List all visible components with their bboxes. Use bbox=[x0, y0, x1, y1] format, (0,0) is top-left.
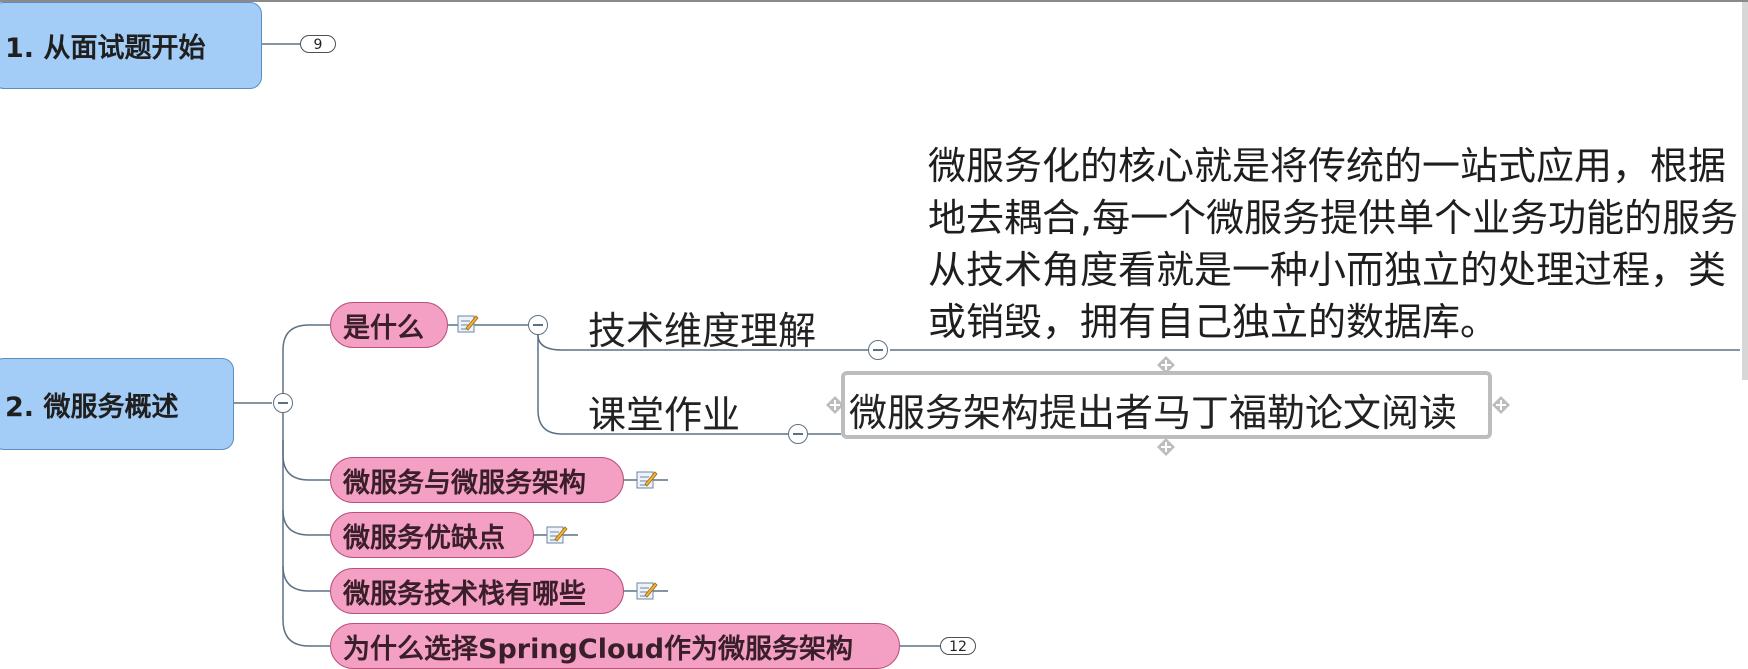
subtopic-label: 微服务优缺点 bbox=[343, 522, 505, 554]
note-pencil-icon[interactable] bbox=[546, 525, 568, 545]
note-pencil-icon[interactable] bbox=[636, 470, 658, 490]
subtopic-pros-and-cons[interactable]: 微服务优缺点 bbox=[330, 512, 534, 558]
collapsed-count-badge[interactable]: 9 bbox=[300, 35, 336, 53]
resize-handle-icon[interactable] bbox=[1155, 354, 1177, 376]
note-pencil-icon[interactable] bbox=[636, 581, 658, 601]
subtopic-label: 为什么选择SpringCloud作为微服务架构 bbox=[343, 633, 854, 665]
note-pencil-icon[interactable] bbox=[457, 314, 479, 334]
subtopic-label: 是什么 bbox=[343, 312, 424, 344]
topic-label: 1. 从面试题开始 bbox=[5, 33, 206, 64]
topic-from-interview-questions[interactable]: 1. 从面试题开始 bbox=[0, 2, 262, 89]
resize-handle-icon[interactable] bbox=[1155, 436, 1177, 458]
subtopic-tech-stack[interactable]: 微服务技术栈有哪些 bbox=[330, 568, 624, 614]
collapse-toggle-icon[interactable] bbox=[273, 393, 293, 413]
paragraph-line: 从技术角度看就是一种小而独立的处理过程，类 bbox=[928, 248, 1727, 292]
topic-label: 2. 微服务概述 bbox=[5, 391, 179, 423]
paragraph-line: 微服务化的核心就是将传统的一站式应用，根据 bbox=[928, 144, 1727, 188]
subtopic-label: 微服务与微服务架构 bbox=[343, 467, 586, 499]
collapse-toggle-icon[interactable] bbox=[868, 340, 888, 360]
subtopic-why-springcloud[interactable]: 为什么选择SpringCloud作为微服务架构 bbox=[330, 623, 900, 669]
paragraph-line: 地去耦合,每一个微服务提供单个业务功能的服务 bbox=[928, 196, 1739, 240]
collapsed-count-badge[interactable]: 12 bbox=[940, 637, 976, 655]
node-tech-paragraph[interactable]: 微服务化的核心就是将传统的一站式应用，根据 地去耦合,每一个微服务提供单个业务功… bbox=[928, 140, 1738, 348]
node-tech-dimension[interactable]: 技术维度理解 bbox=[588, 300, 816, 355]
resize-handle-icon[interactable] bbox=[824, 394, 846, 416]
vertical-scrollbar[interactable] bbox=[1742, 2, 1748, 380]
node-fowler-paper-reading[interactable]: 微服务架构提出者马丁福勒论文阅读 bbox=[849, 382, 1457, 437]
resize-handle-icon[interactable] bbox=[1490, 394, 1512, 416]
collapse-toggle-icon[interactable] bbox=[788, 424, 808, 444]
node-homework[interactable]: 课堂作业 bbox=[588, 384, 740, 439]
subtopic-what-is[interactable]: 是什么 bbox=[330, 302, 448, 348]
subtopic-label: 微服务技术栈有哪些 bbox=[343, 578, 586, 610]
collapse-toggle-icon[interactable] bbox=[528, 315, 548, 335]
topic-microservice-overview[interactable]: 2. 微服务概述 bbox=[0, 358, 234, 450]
paragraph-line: 或销毁，拥有自己独立的数据库。 bbox=[928, 300, 1499, 344]
subtopic-microservice-vs-architecture[interactable]: 微服务与微服务架构 bbox=[330, 457, 624, 503]
